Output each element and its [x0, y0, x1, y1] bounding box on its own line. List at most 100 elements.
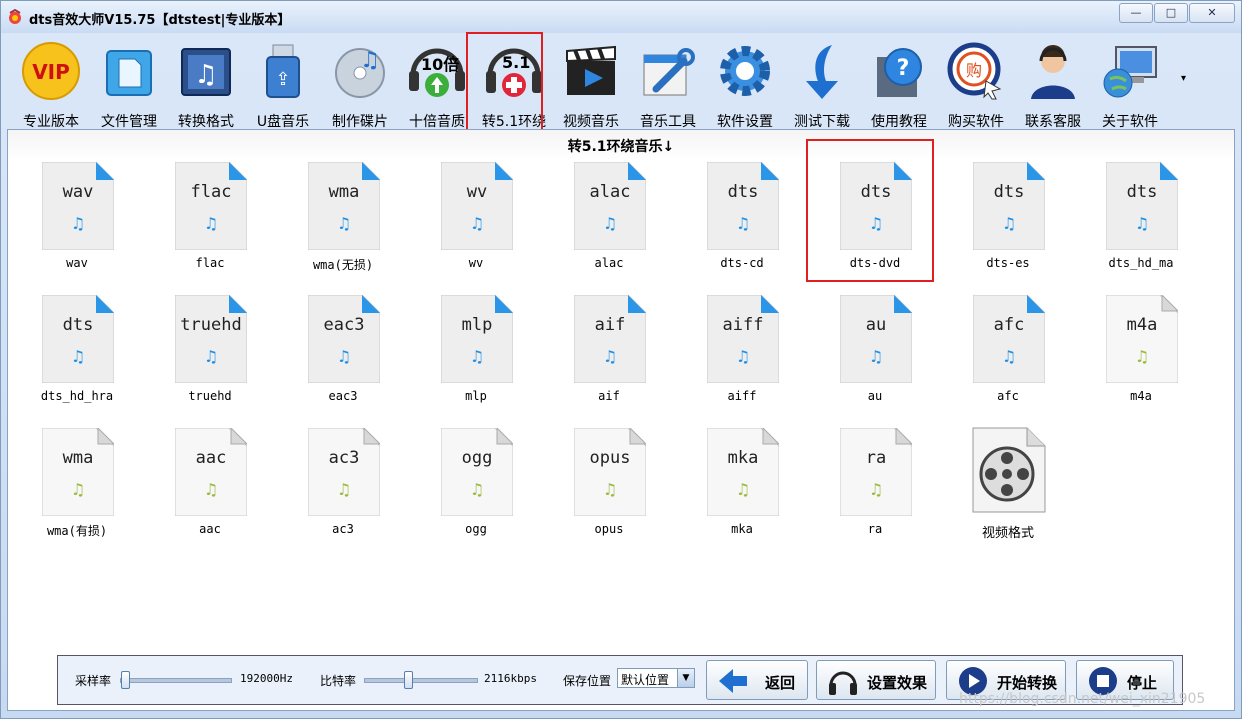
music-note-icon: ♫: [70, 347, 86, 366]
save-location-select[interactable]: 默认位置 ▼: [617, 668, 695, 688]
toolbar-buy-software[interactable]: 购 购买软件: [938, 39, 1014, 130]
music-note-icon: ♫: [336, 214, 352, 233]
file-format-item[interactable]: wma ♫ wma(有损): [17, 428, 137, 548]
file-extension-text: m4a: [1126, 315, 1158, 335]
file-format-label: ra: [867, 522, 883, 536]
svg-text:♫: ♫: [194, 60, 217, 90]
music-note-icon: ♫: [203, 347, 219, 366]
toolbar-about-software[interactable]: 关于软件: [1092, 39, 1168, 130]
close-button[interactable]: ✕: [1189, 3, 1235, 23]
toolbar-label: 购买软件: [948, 114, 1004, 130]
file-format-label: dts-cd: [720, 256, 764, 270]
file-format-label: au: [867, 389, 883, 403]
bitrate-slider-thumb[interactable]: [403, 671, 413, 689]
file-format-label: dts_hd_ma: [1108, 256, 1174, 270]
file-format-item[interactable]: 视频格式: [948, 427, 1068, 548]
settings-effect-button[interactable]: 设置效果: [816, 660, 936, 700]
svg-text:?: ?: [897, 56, 910, 81]
minimize-button[interactable]: —: [1119, 3, 1153, 23]
file-format-item[interactable]: mka ♫ mka: [682, 428, 802, 548]
music-note-icon: ♫: [469, 480, 485, 499]
file-format-item[interactable]: truehd ♫ truehd: [150, 295, 270, 415]
audio-file-lossy-icon: wma ♫: [42, 428, 114, 516]
usb-drive-icon: ⇪: [266, 44, 300, 98]
sample-rate-slider[interactable]: [120, 671, 232, 689]
music-note-icon: ♫: [469, 347, 485, 366]
toolbar-tutorial[interactable]: ? 使用教程: [861, 39, 937, 130]
music-note-icon: ♫: [735, 347, 751, 366]
toolbar-file-management[interactable]: 文件管理: [91, 39, 167, 130]
file-format-item[interactable]: ogg ♫ ogg: [416, 428, 536, 548]
dropdown-arrow-icon[interactable]: ▼: [677, 669, 694, 687]
toolbar-make-disc[interactable]: ♫ 制作碟片: [322, 39, 398, 130]
file-format-item[interactable]: ac3 ♫ ac3: [283, 428, 403, 548]
file-format-item[interactable]: wma ♫ wma(无损): [283, 162, 403, 282]
file-extension-text: ogg: [461, 448, 493, 468]
toolbar-usb-music[interactable]: ⇪ U盘音乐: [245, 39, 321, 130]
file-format-label: eac3: [328, 389, 358, 403]
clapperboard-icon: [566, 45, 616, 95]
vip-badge-icon: VIP: [22, 42, 80, 100]
file-format-item[interactable]: flac ♫ flac: [150, 162, 270, 282]
back-arrow-icon: [719, 669, 747, 693]
file-format-label: flac: [195, 256, 225, 270]
music-note-icon: ♫: [336, 480, 352, 499]
music-note-icon: ♫: [70, 480, 86, 499]
file-format-item[interactable]: afc ♫ afc: [948, 295, 1068, 415]
title-bar[interactable]: dts音效大师V15.75【dtstest|专业版本】 — □ ✕: [1, 1, 1241, 33]
file-format-item[interactable]: dts ♫ dts-cd: [682, 162, 802, 282]
file-extension-text: dts: [993, 182, 1025, 202]
file-extension-text: au: [865, 315, 887, 335]
sample-rate-value: 192000Hz: [240, 672, 293, 685]
audio-file-lossless-icon: dts ♫: [1106, 162, 1178, 250]
toolbar-video-music[interactable]: 视频音乐: [553, 39, 629, 130]
toolbar-label: 关于软件: [1102, 114, 1158, 130]
back-button-label: 返回: [765, 674, 796, 692]
file-format-item[interactable]: wav ♫ wav: [17, 162, 137, 282]
file-format-item[interactable]: ra ♫ ra: [815, 428, 935, 548]
file-format-item[interactable]: aac ♫ aac: [150, 428, 270, 548]
panel-header: 转5.1环绕音乐↓: [8, 130, 1234, 160]
toolbar-label: 转换格式: [178, 114, 234, 130]
audio-file-lossless-icon: wav ♫: [42, 162, 114, 250]
back-button[interactable]: 返回: [706, 660, 808, 700]
file-format-item[interactable]: au ♫ au: [815, 295, 935, 415]
toolbar-label: 专业版本: [23, 114, 79, 130]
file-format-item[interactable]: opus ♫ opus: [549, 428, 669, 548]
sample-rate-slider-thumb[interactable]: [121, 671, 130, 689]
file-format-item[interactable]: aif ♫ aif: [549, 295, 669, 415]
file-format-item[interactable]: eac3 ♫ eac3: [283, 295, 403, 415]
file-format-item[interactable]: alac ♫ alac: [549, 162, 669, 282]
file-format-item[interactable]: m4a ♫ m4a: [1081, 295, 1201, 415]
toolbar-convert-format[interactable]: ♫ 转换格式: [168, 39, 244, 130]
file-format-item[interactable]: aiff ♫ aiff: [682, 295, 802, 415]
file-format-label: ac3: [332, 522, 354, 536]
computer-globe-icon: [1103, 46, 1157, 98]
bitrate-slider[interactable]: [364, 671, 478, 689]
folder-icon: [106, 50, 152, 96]
bitrate-value: 2116kbps: [484, 672, 537, 685]
download-arrow-icon: [806, 45, 838, 99]
bitrate-label: 比特率: [320, 674, 357, 688]
toolbar-more-arrow[interactable]: ▾: [1181, 73, 1186, 84]
file-format-item[interactable]: wv ♫ wv: [416, 162, 536, 282]
toolbar-label: 文件管理: [101, 114, 157, 130]
toolbar-software-settings[interactable]: 软件设置: [707, 39, 783, 130]
toolbar-contact-support[interactable]: 联系客服: [1015, 39, 1091, 130]
audio-file-lossless-icon: dts ♫: [42, 295, 114, 383]
toolbar-test-download[interactable]: 测试下载: [784, 39, 860, 130]
file-format-label: wma(有损): [46, 524, 108, 538]
badge-10x: 10倍: [421, 55, 460, 74]
toolbar-10x-quality[interactable]: 10倍 十倍音质: [399, 39, 475, 130]
file-format-item[interactable]: dts ♫ dts_hd_ma: [1081, 162, 1201, 282]
audio-file-lossless-icon: dts ♫: [973, 162, 1045, 250]
file-format-item[interactable]: dts ♫ dts_hd_hra: [17, 295, 137, 415]
audio-file-lossy-icon: opus ♫: [574, 428, 646, 516]
toolbar-pro-version[interactable]: VIP 专业版本: [13, 39, 89, 130]
app-window: dts音效大师V15.75【dtstest|专业版本】 — □ ✕ VIP 专业…: [0, 0, 1242, 719]
help-icon: ?: [877, 48, 922, 97]
maximize-button[interactable]: □: [1154, 3, 1188, 23]
file-format-item[interactable]: dts ♫ dts-es: [948, 162, 1068, 282]
file-format-item[interactable]: mlp ♫ mlp: [416, 295, 536, 415]
toolbar-music-tools[interactable]: 音乐工具: [630, 39, 706, 130]
